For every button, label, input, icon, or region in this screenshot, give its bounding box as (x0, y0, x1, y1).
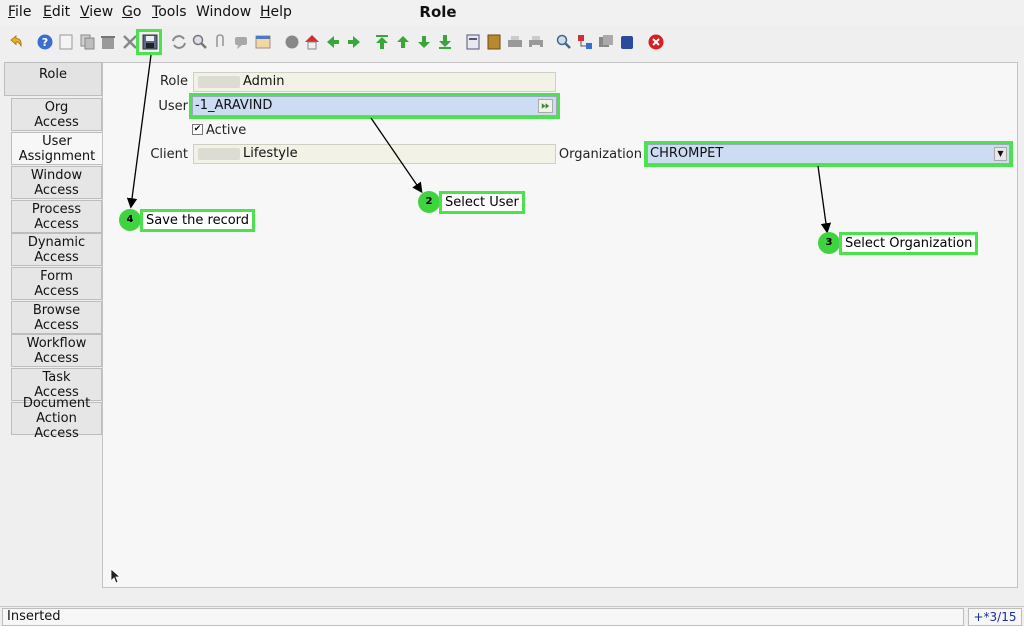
step-badge-org: 3 (818, 232, 840, 254)
step-badge-user: 2 (418, 191, 440, 213)
report-icon[interactable] (464, 33, 482, 51)
attachment-icon[interactable] (211, 33, 229, 51)
tab-browse-access[interactable]: Browse Access (11, 301, 102, 334)
previous-icon[interactable] (324, 33, 342, 51)
tab-user-assignment[interactable]: User Assignment (11, 132, 102, 165)
tab-workflow-access[interactable]: Workflow Access (11, 334, 102, 367)
history-icon[interactable] (254, 33, 272, 51)
mouse-cursor-icon (110, 568, 122, 584)
undo-icon[interactable] (7, 33, 25, 51)
status-bar: Inserted +*3/15 (0, 606, 1024, 626)
record-navigation-indicator[interactable]: +*3/15 (968, 608, 1022, 626)
step-label-save: Save the record (140, 209, 256, 232)
window-title: Role (419, 3, 457, 21)
step-label-org: Select Organization (839, 232, 979, 255)
workflow-icon[interactable] (576, 33, 594, 51)
client-label: Client (150, 147, 188, 162)
copy-icon[interactable] (79, 33, 97, 51)
role-label: Role (159, 74, 188, 89)
menu-bar: File Edit View Go Tools Window Help Role (0, 0, 1024, 26)
delete-icon[interactable] (99, 33, 117, 51)
refresh-icon[interactable] (170, 33, 188, 51)
previous-record-icon[interactable] (394, 33, 412, 51)
parent-icon[interactable] (303, 33, 321, 51)
organization-highlight (644, 141, 1013, 167)
help-icon[interactable]: ? (36, 33, 54, 51)
home-icon[interactable] (283, 33, 301, 51)
client-field: Lifestyle (193, 144, 556, 164)
svg-text:?: ? (42, 36, 48, 49)
chat-icon[interactable] (233, 33, 251, 51)
find-icon[interactable] (191, 33, 209, 51)
print-icon[interactable] (527, 33, 545, 51)
close-window-icon[interactable] (647, 33, 665, 51)
user-highlight (189, 93, 560, 119)
tab-window-access[interactable]: Window Access (11, 166, 102, 199)
status-message: Inserted (2, 608, 964, 626)
new-icon[interactable] (57, 33, 75, 51)
tab-dynamic-access[interactable]: Dynamic Access (11, 233, 102, 266)
user-label: User (158, 99, 188, 114)
tab-form-access[interactable]: Form Access (11, 267, 102, 300)
next-record-icon[interactable] (415, 33, 433, 51)
redacted-text (198, 147, 240, 160)
active-workflows-icon[interactable] (597, 33, 615, 51)
first-record-icon[interactable] (373, 33, 391, 51)
tab-document-action-access[interactable]: Document Action Access (11, 396, 102, 441)
role-field: Admin (193, 72, 556, 92)
organization-label: Organization (558, 147, 642, 162)
tab-org-access[interactable]: Org Access (11, 98, 102, 131)
step-badge-save: 4 (119, 209, 141, 231)
tab-role[interactable]: Role (4, 62, 102, 96)
active-label: Active (206, 123, 247, 138)
requests-icon[interactable] (618, 33, 636, 51)
step-label-user: Select User (439, 191, 525, 214)
active-checkbox[interactable]: ✔ (192, 124, 203, 135)
next-icon[interactable] (345, 33, 363, 51)
redacted-text (198, 75, 240, 88)
last-record-icon[interactable] (436, 33, 454, 51)
archive-icon[interactable] (485, 33, 503, 51)
tab-process-access[interactable]: Process Access (11, 200, 102, 233)
zoom-across-icon[interactable] (555, 33, 573, 51)
save-highlight (136, 29, 162, 55)
print-preview-icon[interactable] (506, 33, 524, 51)
